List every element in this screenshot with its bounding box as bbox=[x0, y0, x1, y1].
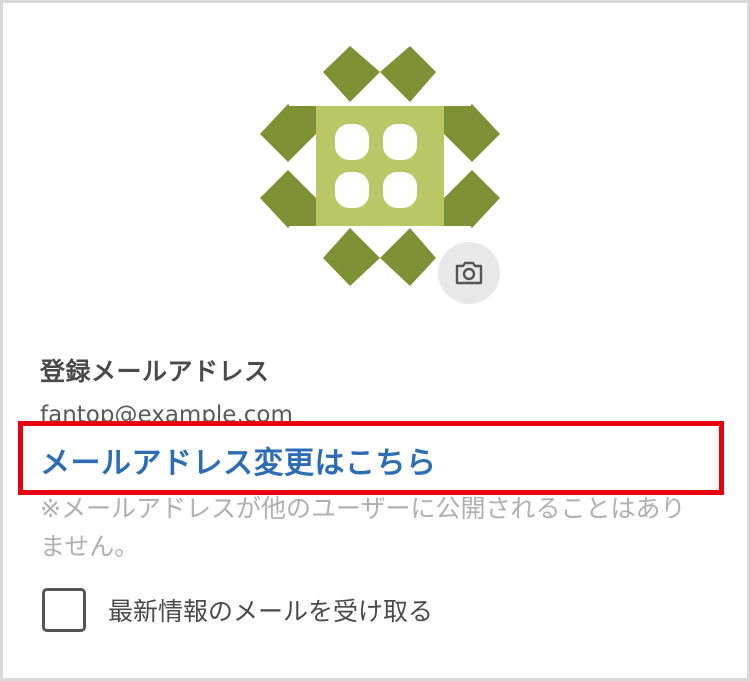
newsletter-label: 最新情報のメールを受け取る bbox=[108, 597, 434, 626]
change-email-link[interactable]: メールアドレス変更はこちら bbox=[40, 438, 437, 482]
newsletter-option[interactable]: 最新情報のメールを受け取る bbox=[42, 588, 433, 632]
camera-icon bbox=[455, 261, 483, 285]
email-label: 登録メールアドレス bbox=[40, 357, 270, 386]
newsletter-checkbox[interactable] bbox=[42, 588, 86, 632]
privacy-note: ※メールアドレスが他のユーザーに公開されることはありません。 bbox=[40, 494, 686, 561]
change-photo-button[interactable] bbox=[438, 242, 500, 304]
